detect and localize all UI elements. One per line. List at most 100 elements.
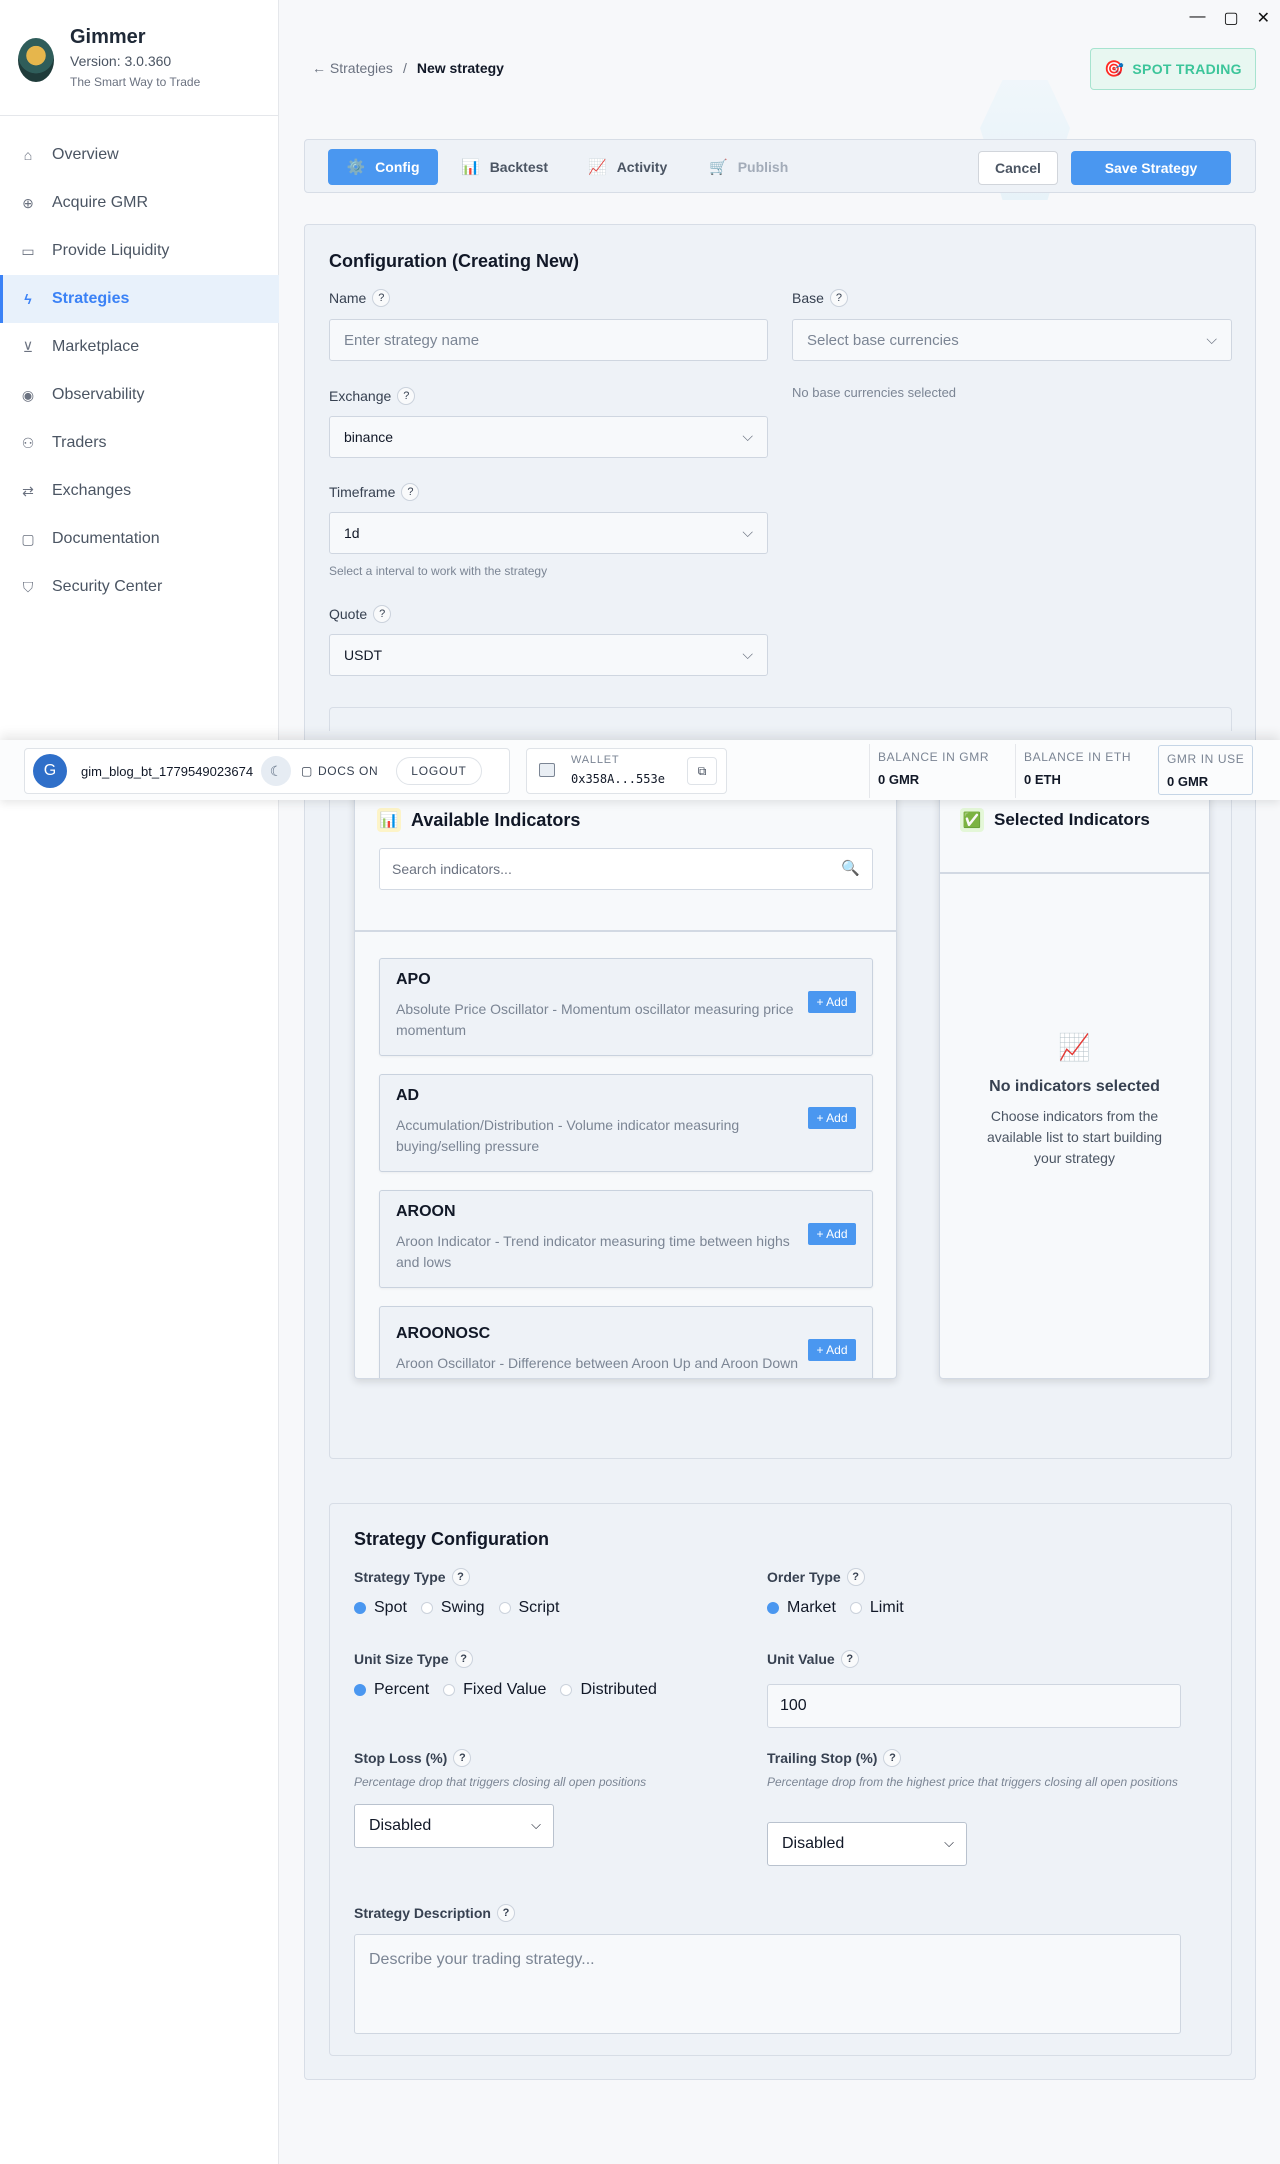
radio-dot <box>420 1602 433 1614</box>
sidebar-item-exchanges[interactable]: ⇄ Exchanges <box>0 467 279 515</box>
sidebar-item-traders[interactable]: ⚇ Traders <box>0 419 279 467</box>
avatar[interactable]: G <box>33 754 67 788</box>
radio-swing[interactable]: Swing <box>420 1599 485 1617</box>
tab-label: Publish <box>737 159 789 175</box>
timeframe-select[interactable]: 1d ⌵ <box>329 512 768 554</box>
app-version: Version: 3.0.360 <box>70 53 172 69</box>
sidebar-item-security-center[interactable]: ⛉ Security Center <box>0 563 279 611</box>
maximize-icon[interactable]: ▢ <box>1223 8 1238 28</box>
strategy-name-input[interactable]: Enter strategy name <box>329 319 768 361</box>
sidebar-item-acquire-gmr[interactable]: ⊕ Acquire GMR <box>0 179 279 227</box>
shield-icon: ⛉ <box>22 578 34 595</box>
docs-toggle[interactable]: ▢ DOCS ON <box>301 764 378 778</box>
help-icon[interactable]: ? <box>372 289 391 307</box>
strategy-description-text: Strategy Description <box>354 1905 491 1921</box>
spot-trading-badge[interactable]: 🎯 SPOT TRADING <box>1090 48 1256 90</box>
cancel-button[interactable]: Cancel <box>978 151 1058 185</box>
balance-label: BALANCE IN GMR <box>878 750 990 764</box>
sidebar-item-label: Strategies <box>52 290 130 307</box>
radio-label: Script <box>518 1599 560 1616</box>
tab-activity[interactable]: 📈 Activity <box>574 149 681 185</box>
radio-limit[interactable]: Limit <box>849 1599 904 1617</box>
radio-label: Spot <box>374 1599 407 1616</box>
cart-icon: ⊻ <box>22 338 34 355</box>
help-icon[interactable]: ? <box>840 1650 859 1668</box>
indicator-item-aroon[interactable]: AROON Aroon Indicator - Trend indicator … <box>379 1190 873 1288</box>
sidebar-item-observability[interactable]: ◉ Observability <box>0 371 279 419</box>
stop-loss-select[interactable]: Disabled ⌵ <box>354 1804 554 1848</box>
help-icon[interactable]: ? <box>453 1749 472 1767</box>
indicator-item-ad[interactable]: AD Accumulation/Distribution - Volume in… <box>379 1074 873 1172</box>
base-label: Base? <box>792 289 848 307</box>
help-icon[interactable]: ? <box>846 1568 865 1586</box>
breadcrumb-back-link[interactable]: ← Strategies <box>312 60 393 76</box>
chevron-down-icon: ⌵ <box>742 428 753 444</box>
indicator-item-apo[interactable]: APO Absolute Price Oscillator - Momentum… <box>379 958 873 1056</box>
strategy-description-textarea[interactable]: Describe your trading strategy... <box>354 1934 1181 2034</box>
indicator-description: Accumulation/Distribution - Volume indic… <box>396 1117 740 1154</box>
radio-distributed[interactable]: Distributed <box>560 1681 657 1699</box>
help-icon[interactable]: ? <box>454 1650 473 1668</box>
chat-icon: ▢ <box>21 530 35 547</box>
sidebar-item-documentation[interactable]: ▢ Documentation <box>0 515 279 563</box>
radio-fixed-value[interactable]: Fixed Value <box>443 1681 546 1699</box>
base-currencies-select[interactable]: Select base currencies ⌵ <box>792 319 1232 361</box>
help-icon[interactable]: ? <box>401 483 420 501</box>
quote-select[interactable]: USDT ⌵ <box>329 634 768 676</box>
help-icon[interactable]: ? <box>829 289 848 307</box>
strategy-type-radios: Spot Swing Script <box>354 1599 559 1617</box>
help-icon[interactable]: ? <box>496 1904 515 1922</box>
cart-icon: 🛒 <box>709 159 728 176</box>
help-icon[interactable]: ? <box>451 1568 470 1586</box>
exchange-select[interactable]: binance ⌵ <box>329 416 768 458</box>
tab-config[interactable]: ⚙️ Config <box>328 149 438 185</box>
unit-size-type-radios: Percent Fixed Value Distributed <box>354 1681 657 1699</box>
indicator-item-aroonosc[interactable]: AROONOSC Aroon Oscillator - Difference b… <box>379 1306 873 1378</box>
help-icon[interactable]: ? <box>397 387 416 405</box>
gear-icon: ⚙️ <box>346 159 366 176</box>
indicator-search-input[interactable]: Search indicators... 🔍 <box>379 848 873 890</box>
sidebar-item-label: Marketplace <box>52 338 140 355</box>
save-strategy-button[interactable]: Save Strategy <box>1071 151 1231 185</box>
sidebar-item-marketplace[interactable]: ⊻ Marketplace <box>0 323 279 371</box>
stop-loss-label: Stop Loss (%)? <box>354 1749 472 1767</box>
copy-icon[interactable]: ⧉ <box>687 757 717 785</box>
help-icon[interactable]: ? <box>373 605 392 623</box>
bar-chart-icon: 📊 <box>461 159 480 176</box>
sidebar-item-label: Exchanges <box>52 482 132 499</box>
indicator-description: Aroon Oscillator - Difference between Ar… <box>396 1355 799 1371</box>
radio-label: Fixed Value <box>463 1681 547 1698</box>
tab-backtest[interactable]: 📊 Backtest <box>447 149 562 185</box>
radio-market[interactable]: Market <box>767 1599 836 1617</box>
wallet-label: WALLET <box>571 754 620 766</box>
unit-value-input[interactable]: 100 <box>767 1684 1181 1728</box>
trailing-stop-select[interactable]: Disabled ⌵ <box>767 1822 967 1866</box>
sidebar-item-provide-liquidity[interactable]: ▭ Provide Liquidity <box>0 227 279 275</box>
moon-icon[interactable]: ☾ <box>261 756 292 786</box>
radio-spot[interactable]: Spot <box>354 1599 407 1617</box>
trailing-stop-hint: Percentage drop from the highest price t… <box>767 1775 1178 1789</box>
home-icon: ⌂ <box>23 147 33 163</box>
radio-script[interactable]: Script <box>498 1599 560 1617</box>
add-indicator-button[interactable]: + Add <box>808 991 856 1013</box>
logout-button[interactable]: LOGOUT <box>396 757 482 785</box>
balance-value: 0 ETH <box>1024 772 1061 787</box>
sidebar-item-overview[interactable]: ⌂ Overview <box>0 131 279 179</box>
sidebar-item-strategies[interactable]: ϟ Strategies <box>0 275 279 323</box>
close-icon[interactable]: ✕ <box>1257 8 1270 28</box>
base-label-text: Base <box>792 290 824 306</box>
add-indicator-button[interactable]: + Add <box>808 1339 856 1361</box>
exchange-label: Exchange? <box>329 387 416 405</box>
help-icon[interactable]: ? <box>883 1749 902 1767</box>
users-icon: ⚇ <box>21 434 35 451</box>
bar-chart-icon: 📊 <box>377 808 401 832</box>
minimize-icon[interactable]: — <box>1189 8 1205 28</box>
add-indicator-button[interactable]: + Add <box>808 1223 856 1245</box>
tab-label: Config <box>375 159 420 175</box>
configuration-card: Configuration (Creating New) Name? Enter… <box>304 224 1256 2080</box>
radio-percent[interactable]: Percent <box>354 1681 429 1699</box>
indicator-name: APO <box>396 971 431 988</box>
radio-label: Market <box>787 1599 836 1616</box>
username: gim_blog_bt_1779549023674 <box>81 763 254 779</box>
add-indicator-button[interactable]: + Add <box>808 1107 856 1129</box>
